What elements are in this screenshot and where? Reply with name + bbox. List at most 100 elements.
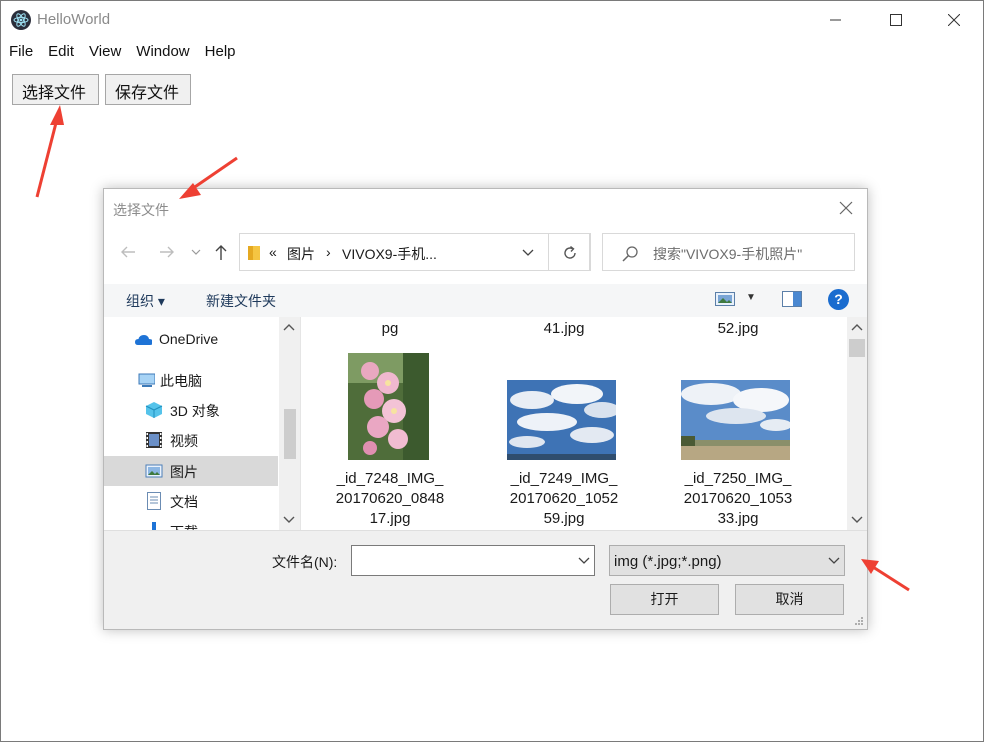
annotation-arrow — [861, 559, 910, 592]
refresh-button[interactable] — [548, 233, 590, 271]
nav-item-label: 文档 — [170, 494, 198, 510]
address-overflow[interactable]: « — [269, 244, 277, 260]
filter-dropdown-icon — [828, 557, 840, 564]
recent-locations-chevron-icon[interactable] — [190, 242, 202, 262]
nav-item-label: 此电脑 — [160, 373, 202, 389]
address-bar[interactable]: « 图片 › VIVOX9-手机... — [239, 233, 591, 271]
download-icon — [152, 522, 156, 530]
change-view-icon[interactable] — [715, 291, 735, 307]
folder-icon — [248, 246, 260, 260]
annotation-arrow — [35, 105, 64, 198]
search-icon — [622, 246, 638, 262]
view-dropdown-icon[interactable]: ▼ — [746, 292, 756, 303]
organize-menu[interactable]: 组织 ▾ — [126, 291, 165, 311]
address-separator: › — [326, 244, 331, 260]
files-pane: pg 41.jpg 52.jpg _id_7248_IMG_ 20170620_… — [300, 317, 867, 530]
address-segment-pictures[interactable]: 图片 — [287, 244, 315, 264]
file-name-line: 20170620_0848 — [335, 490, 445, 507]
file-name-line: _id_7248_IMG_ — [336, 470, 444, 487]
nav-item-label: 图片 — [170, 464, 198, 480]
file-name-line: _id_7250_IMG_ — [684, 470, 792, 487]
navigation-pane: OneDrive 此电脑 3D 对象 视频 图片 文档 — [104, 317, 300, 530]
picture-icon — [145, 464, 163, 478]
file-name-line: 59.jpg — [543, 510, 585, 527]
file-name-line: 17.jpg — [369, 510, 411, 527]
file-partial-label[interactable]: 52.jpg — [673, 319, 803, 339]
files-scroll-thumb[interactable] — [849, 339, 865, 357]
menu-edit[interactable]: Edit — [40, 41, 81, 65]
menu-help[interactable]: Help — [197, 41, 243, 65]
preview-pane-icon[interactable] — [782, 291, 802, 307]
files-scroll-up-icon[interactable] — [851, 322, 863, 332]
pink-hollyhock-photo-thumbnail[interactable] — [348, 353, 429, 460]
address-dropdown-icon[interactable] — [522, 248, 534, 258]
up-arrow-icon[interactable] — [210, 242, 232, 262]
file-name-line: _id_7249_IMG_ — [510, 470, 618, 487]
app-window: HelloWorld File Edit View Window Help 选择… — [0, 0, 984, 742]
resize-grip-icon[interactable] — [854, 616, 864, 626]
file-name-line: 20170620_1052 — [509, 490, 619, 507]
document-icon — [147, 492, 161, 510]
film-icon — [146, 432, 162, 448]
address-segment-folder[interactable]: VIVOX9-手机... — [342, 244, 437, 264]
file-name-label[interactable]: _id_7249_IMG_ 20170620_1052 59.jpg — [499, 469, 629, 529]
cancel-button[interactable]: 取消 — [735, 584, 844, 615]
close-button[interactable] — [931, 1, 977, 39]
filename-input[interactable] — [351, 545, 595, 576]
file-partial-label[interactable]: 41.jpg — [499, 319, 629, 339]
close-icon — [948, 14, 960, 26]
file-name-label[interactable]: _id_7250_IMG_ 20170620_1053 33.jpg — [673, 469, 803, 529]
dialog-title: 选择文件 — [113, 202, 169, 218]
nav-item-onedrive[interactable]: OneDrive — [104, 325, 278, 355]
menu-window[interactable]: Window — [128, 41, 196, 65]
nav-item-downloads[interactable]: 下载 — [104, 516, 278, 530]
file-type-filter-select[interactable]: img (*.jpg;*.png) — [609, 545, 845, 576]
filename-dropdown-icon[interactable] — [578, 556, 590, 566]
forward-arrow-icon[interactable] — [156, 242, 178, 262]
app-title: HelloWorld — [37, 11, 111, 28]
dialog-close-icon[interactable] — [838, 200, 854, 216]
save-file-button[interactable]: 保存文件 — [105, 74, 191, 105]
nav-item-label: OneDrive — [159, 331, 219, 347]
nav-item-label: 下载 — [170, 522, 198, 530]
refresh-icon — [564, 245, 576, 259]
menu-view[interactable]: View — [81, 41, 128, 65]
sky-field-photo-thumbnail[interactable] — [681, 380, 790, 460]
dialog-footer: 文件名(N): img (*.jpg;*.png) 打开 取消 — [104, 530, 867, 629]
filename-label: 文件名(N): — [272, 554, 338, 570]
nav-item-this-pc[interactable]: 此电脑 — [104, 365, 278, 395]
minimize-icon — [830, 19, 841, 21]
nav-item-3d-objects[interactable]: 3D 对象 — [104, 395, 278, 425]
electron-logo-icon — [11, 10, 31, 30]
nav-item-pictures[interactable]: 图片 — [104, 456, 278, 486]
nav-item-label: 3D 对象 — [170, 403, 220, 419]
file-name-line: 20170620_1053 — [683, 490, 793, 507]
files-scroll-down-icon[interactable] — [851, 515, 863, 525]
nav-item-documents[interactable]: 文档 — [104, 486, 278, 516]
title-bar[interactable]: HelloWorld — [1, 1, 983, 39]
file-type-filter-value: img (*.jpg;*.png) — [614, 553, 722, 570]
nav-pane-scroll-thumb[interactable] — [284, 409, 296, 459]
select-file-button[interactable]: 选择文件 — [12, 74, 99, 105]
menu-bar: File Edit View Window Help — [1, 41, 243, 65]
back-arrow-icon[interactable] — [117, 242, 139, 262]
maximize-icon — [890, 14, 902, 26]
nav-item-label: 视频 — [170, 433, 198, 449]
nav-scroll-up-icon[interactable] — [283, 322, 295, 332]
open-button[interactable]: 打开 — [610, 584, 719, 615]
nav-scroll-down-icon[interactable] — [283, 515, 295, 525]
new-folder-button[interactable]: 新建文件夹 — [206, 291, 276, 311]
minimize-button[interactable] — [813, 1, 859, 39]
help-icon[interactable]: ? — [828, 289, 849, 310]
file-partial-label[interactable]: pg — [325, 319, 455, 339]
cube-icon — [145, 402, 163, 418]
search-box[interactable]: 搜索"VIVOX9-手机照片" — [602, 233, 855, 271]
cloud-icon — [135, 335, 152, 345]
search-placeholder: 搜索"VIVOX9-手机照片" — [653, 246, 803, 262]
nav-item-videos[interactable]: 视频 — [104, 425, 278, 455]
menu-file[interactable]: File — [1, 41, 40, 65]
file-open-dialog: 选择文件 « 图片 › VIVOX9-手机... 搜索"VIVOX9-手机照片"… — [103, 188, 868, 630]
cloudy-sky-photo-thumbnail[interactable] — [507, 380, 616, 460]
maximize-button[interactable] — [873, 1, 919, 39]
file-name-label[interactable]: _id_7248_IMG_ 20170620_0848 17.jpg — [325, 469, 455, 529]
